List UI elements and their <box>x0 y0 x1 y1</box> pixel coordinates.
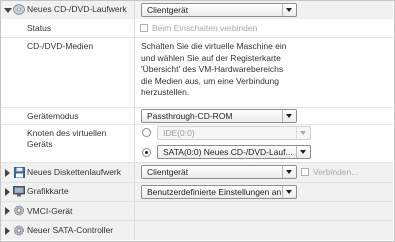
chevron-down-icon <box>282 4 296 16</box>
gear-icon <box>14 205 24 216</box>
device-mode-row: Gerätemodus Passthrough-CD-ROM <box>1 107 393 124</box>
chevron-down-icon <box>282 110 296 122</box>
ide-node-select[interactable]: IDE(0:0) <box>157 126 311 140</box>
video-card-title: Grafikkarte <box>27 186 69 196</box>
connect-at-power-on-label: Beim Einschalten verbinden <box>152 23 258 33</box>
chevron-down-icon <box>282 166 296 178</box>
chevron-down-icon <box>282 186 296 198</box>
floppy-connect-checkbox[interactable] <box>301 168 309 176</box>
video-card-row: Grafikkarte Benutzerdefinierte Einstellu… <box>1 183 393 201</box>
gear-icon <box>14 225 24 236</box>
status-row: Status Beim Einschalten verbinden <box>1 19 393 37</box>
vmci-row: VMCI-Gerät <box>1 202 393 220</box>
collapse-triangle-icon[interactable] <box>4 188 12 196</box>
device-mode-select[interactable]: Passthrough-CD-ROM <box>141 109 297 123</box>
device-node-label: Knoten des virtuellen Geräts <box>27 128 107 149</box>
connect-at-power-on-checkbox[interactable] <box>140 24 148 32</box>
sata-node-select[interactable]: SATA(0:0) Neues CD-/DVD-Lauf... <box>157 145 311 159</box>
sata-controller-row: Neuer SATA-Controller <box>1 221 393 240</box>
chevron-down-icon <box>296 127 310 139</box>
chevron-down-icon <box>296 146 310 158</box>
floppy-disk-icon <box>14 167 25 178</box>
device-node-row: Knoten des virtuellen Geräts IDE(0:0) SA… <box>1 124 393 162</box>
cd-drive-title: Neues CD-/DVD-Laufwerk <box>27 4 127 14</box>
sata-node-radio[interactable] <box>142 148 151 157</box>
expand-triangle-icon[interactable] <box>4 7 12 15</box>
cd-drive-row: Neues CD-/DVD-Laufwerk Clientgerät <box>1 1 393 19</box>
collapse-triangle-icon[interactable] <box>4 207 12 215</box>
collapse-triangle-icon[interactable] <box>4 227 12 235</box>
media-label: CD-/DVD-Medien <box>27 41 94 51</box>
video-settings-select[interactable]: Benutzerdefinierte Einstellungen an <box>141 185 297 199</box>
floppy-connect-label: Verbinden... <box>313 167 359 177</box>
cd-drive-type-select[interactable]: Clientgerät <box>141 3 297 17</box>
device-mode-label: Gerätemodus <box>27 111 79 121</box>
media-description: Schalten Sie die virtuelle Maschine ein … <box>141 41 287 98</box>
floppy-row: Neues Diskettenlaufwerk Clientgerät Verb… <box>1 163 393 182</box>
collapse-triangle-icon[interactable] <box>4 169 12 177</box>
status-label: Status <box>27 23 52 33</box>
ide-node-radio[interactable] <box>142 128 151 137</box>
floppy-title: Neues Diskettenlaufwerk <box>27 167 122 177</box>
monitor-icon <box>13 186 25 197</box>
sata-controller-title: Neuer SATA-Controller <box>27 225 114 235</box>
cd-drive-icon <box>13 4 25 15</box>
vmci-title: VMCI-Gerät <box>27 206 73 216</box>
floppy-type-select[interactable]: Clientgerät <box>141 165 297 179</box>
